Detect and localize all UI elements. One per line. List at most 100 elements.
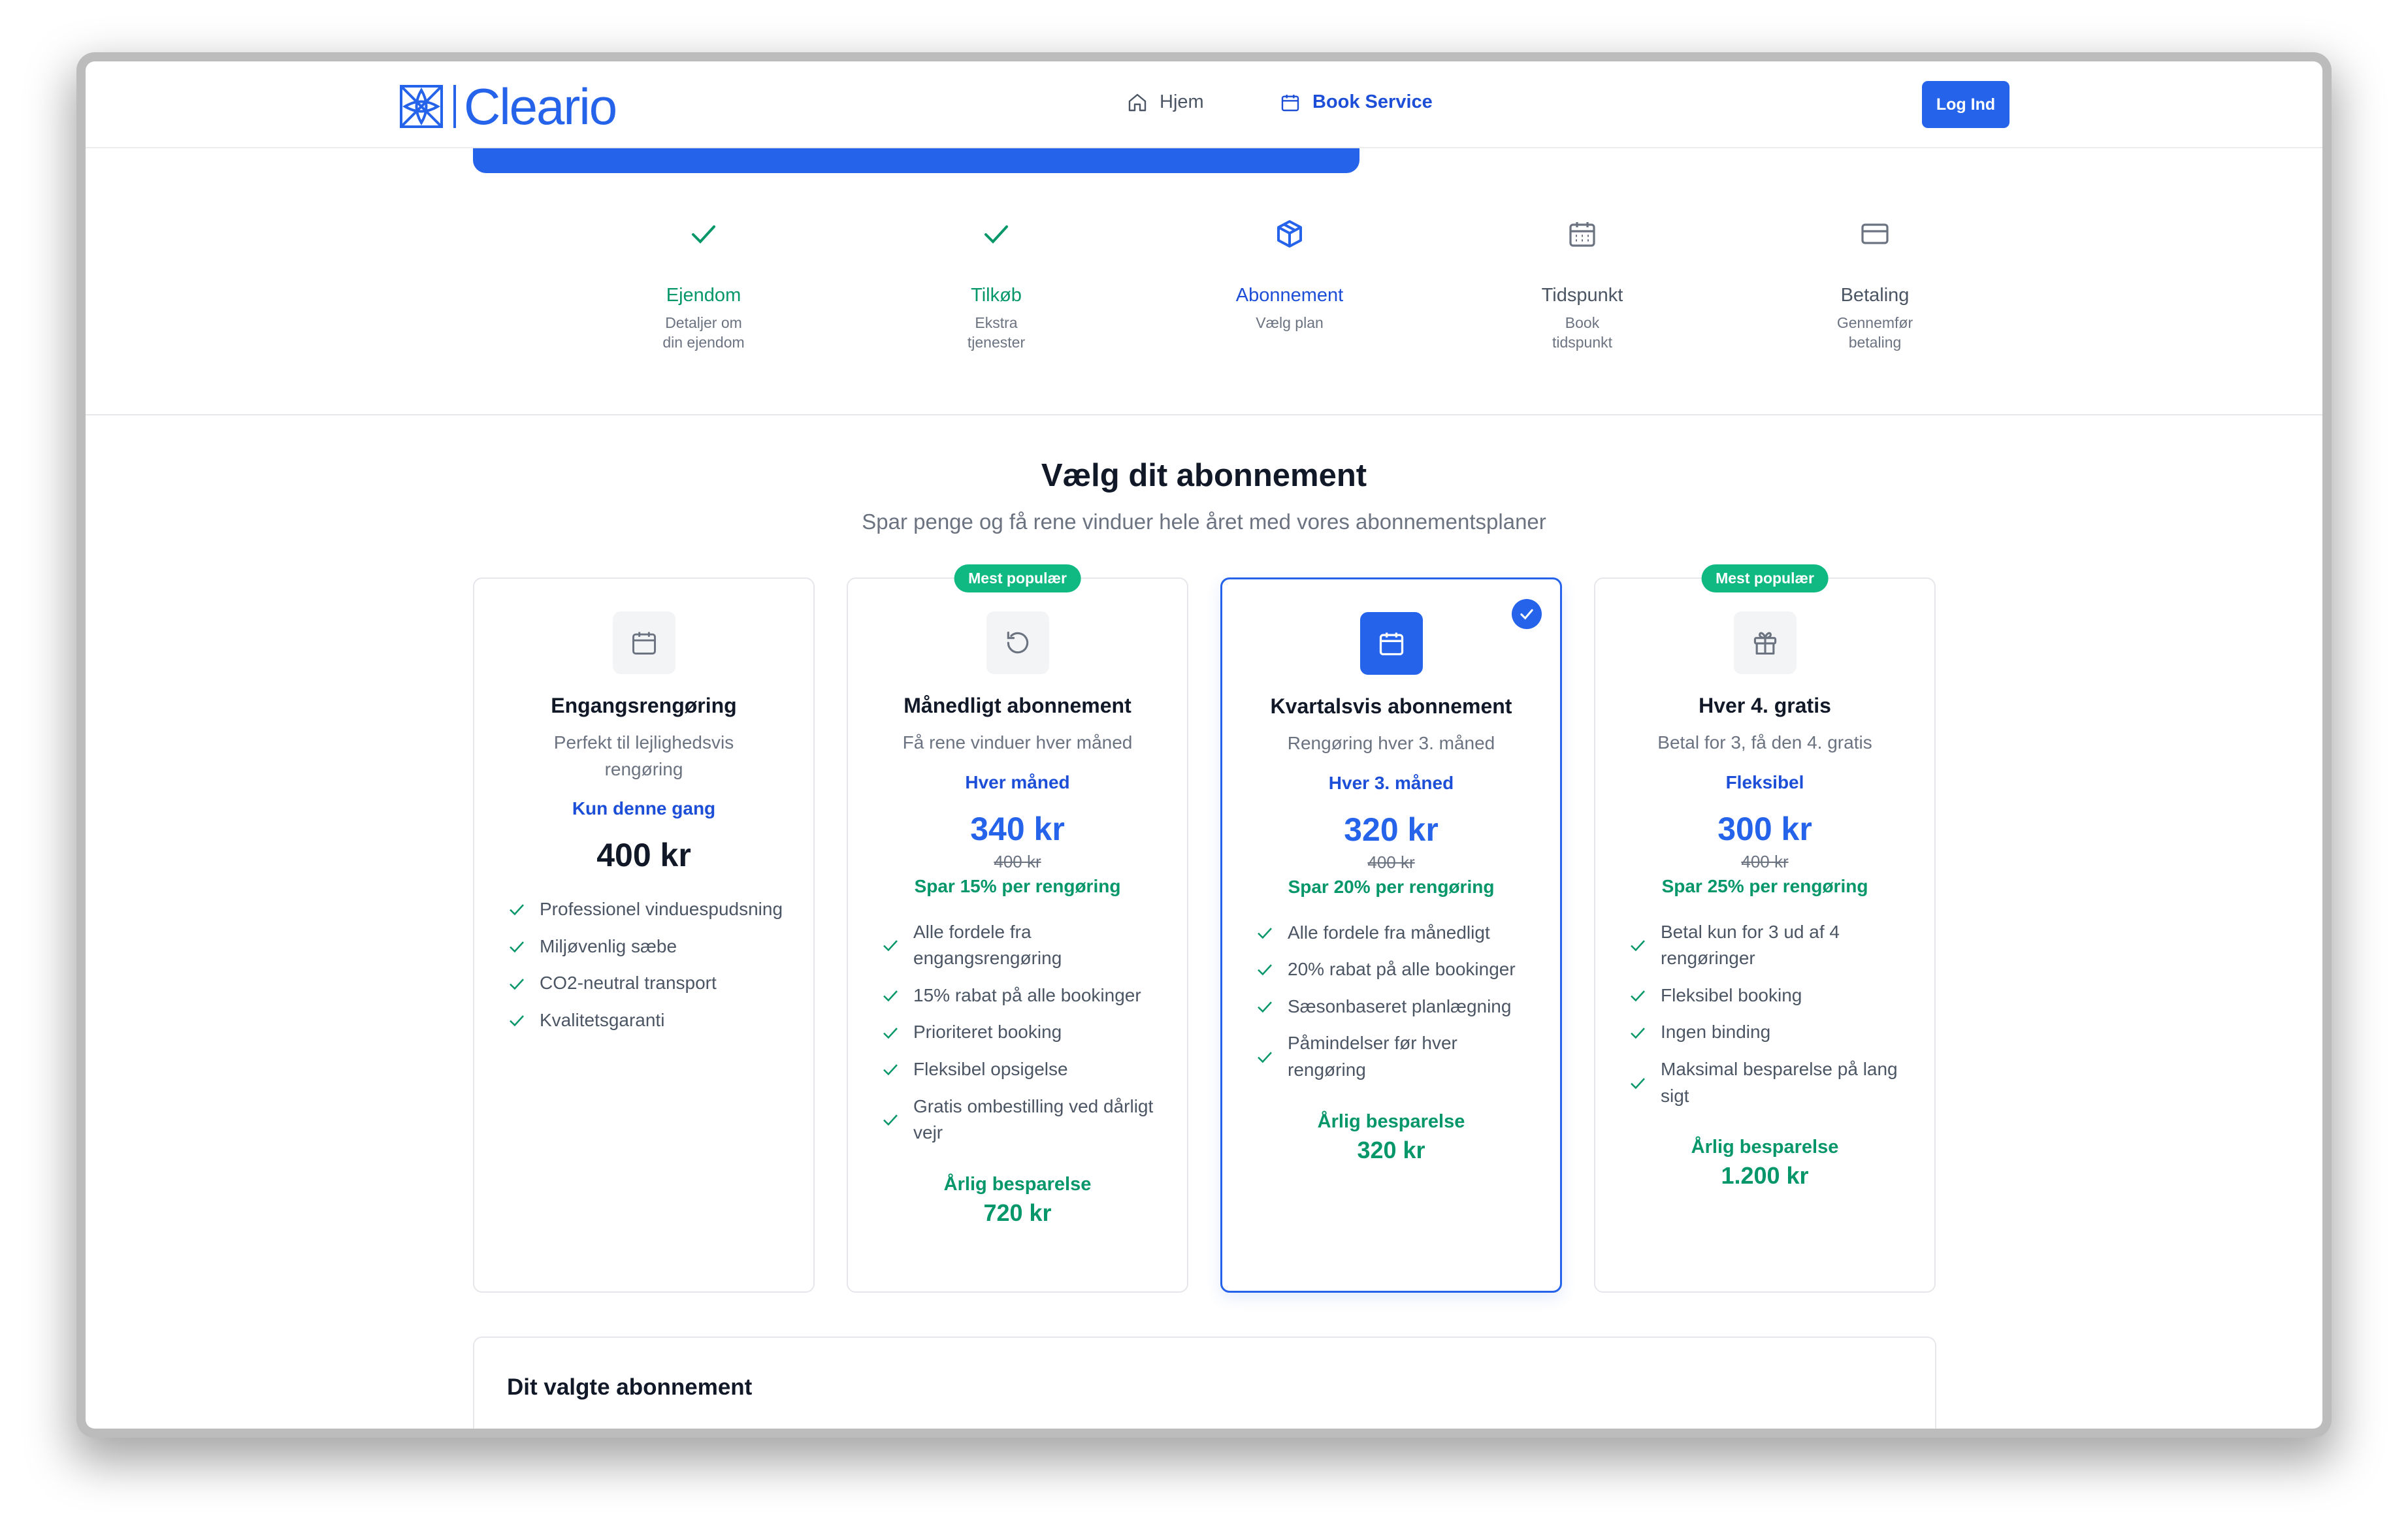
check-icon	[1258, 964, 1272, 976]
plan-description: Betal for 3, få den 4. gratis	[1657, 732, 1872, 753]
page-subtitle: Spar penge og få rene vinduer hele året …	[862, 510, 1546, 534]
check-icon	[1258, 1052, 1272, 1063]
plan-card-monthly[interactable]: Mest populær Månedligt abonnement Få ren…	[847, 564, 1188, 1293]
credit-card-icon	[1861, 223, 1889, 244]
plan-card-quarterly[interactable]: Kvartalsvis abonnement Rengøring hver 3.…	[1220, 577, 1562, 1293]
feature-item: Alle fordele fra månedligt	[1255, 920, 1536, 947]
step-abonnement[interactable]: Abonnement Vælg plan	[1198, 218, 1381, 332]
logo-icon	[400, 85, 443, 128]
plan-card-every-4th-free[interactable]: Mest populær Hver 4. gratis Betal for 3,…	[1594, 564, 1936, 1293]
nav-home-label: Hjem	[1160, 91, 1204, 112]
feature-item: Professionel vinduespudsning	[507, 896, 788, 923]
check-icon	[1631, 1027, 1645, 1039]
calendar-icon	[1281, 94, 1299, 111]
step-title: Tilkøb	[971, 285, 1022, 306]
plan-saving: Spar 25% per rengøring	[1661, 875, 1868, 896]
calendar-icon	[632, 632, 656, 655]
package-icon	[1277, 220, 1302, 248]
annual-saving-value: 320 kr	[1357, 1136, 1425, 1163]
annual-saving-value: 720 kr	[983, 1199, 1052, 1226]
feature-item: Miljøvenlig sæbe	[507, 933, 788, 960]
selected-indicator	[1512, 599, 1542, 629]
progress-fill	[473, 148, 1360, 173]
plan-description: Rengøring hver 3. måned	[1287, 733, 1495, 753]
plan-title: Hver 4. gratis	[1699, 694, 1831, 717]
feature-item: Alle fordele fra engangsrengøring	[881, 919, 1162, 972]
plan-saving: Spar 20% per rengøring	[1288, 876, 1495, 897]
feature-list: Alle fordele fra månedligt 20% rabat på …	[1255, 920, 1536, 1084]
feature-list: Alle fordele fra engangsrengøring 15% ra…	[881, 919, 1162, 1146]
divider	[86, 414, 2322, 415]
check-icon	[510, 978, 524, 990]
step-title: Tidspunkt	[1541, 285, 1623, 306]
step-betaling[interactable]: Betaling Gennemfør betaling	[1783, 218, 1966, 353]
plan-title: Månedligt abonnement	[903, 694, 1131, 717]
check-icon	[510, 941, 524, 953]
plan-description: Perfekt til lejlighedsvis rengøring	[553, 732, 734, 779]
plan-old-price: 400 kr	[1367, 852, 1415, 872]
selected-plan-summary: Dit valgte abonnement	[473, 1336, 1936, 1429]
plan-old-price: 400 kr	[1741, 851, 1789, 871]
gift-icon	[1753, 632, 1776, 655]
check-icon	[883, 940, 898, 952]
check-icon	[510, 904, 524, 916]
step-desc: Vælg plan	[1256, 314, 1324, 331]
plan-icon	[986, 611, 1049, 674]
progress-bar	[473, 148, 2057, 174]
plan-frequency: Kun denne gang	[572, 798, 716, 819]
plan-price: 320 kr	[1344, 811, 1439, 848]
plan-frequency: Hver måned	[965, 771, 1070, 792]
feature-item: Sæsonbaseret planlægning	[1255, 994, 1536, 1020]
step-desc: Ekstra tjenester	[967, 314, 1026, 351]
annual-saving-label: Årlig besparelse	[1317, 1110, 1465, 1132]
feature-item: CO2-neutral transport	[507, 970, 788, 997]
calendar-icon	[1379, 632, 1403, 656]
feature-item: Fleksibel booking	[1628, 982, 1909, 1009]
plan-price: 400 kr	[596, 837, 691, 874]
plan-title: Kvartalsvis abonnement	[1270, 694, 1512, 718]
check-icon	[1520, 609, 1533, 620]
check-icon	[883, 990, 898, 1002]
plan-card-engang[interactable]: Engangsrengøring Perfekt til lejlighedsv…	[473, 577, 815, 1293]
annual-saving-value: 1.200 kr	[1721, 1162, 1809, 1190]
feature-item: Prioriteret booking	[881, 1019, 1162, 1046]
check-icon	[883, 1114, 898, 1126]
plan-saving: Spar 15% per rengøring	[914, 875, 1121, 896]
nav-home-link[interactable]: Hjem	[1127, 91, 1204, 113]
feature-item: Maksimal besparelse på lang sigt	[1628, 1056, 1909, 1109]
nav-book-label: Book Service	[1312, 91, 1433, 112]
refresh-icon	[1007, 631, 1028, 654]
check-icon	[1631, 1077, 1645, 1089]
login-button[interactable]: Log Ind	[1922, 81, 2009, 128]
step-desc: Detaljer om din ejendom	[662, 314, 745, 351]
check-icon	[510, 1015, 524, 1027]
plan-frequency: Hver 3. måned	[1328, 772, 1454, 793]
plan-icon	[612, 611, 675, 674]
step-title: Ejendom	[666, 285, 741, 306]
feature-list: Betal kun for 3 ud af 4 rengøringer Flek…	[1628, 919, 1909, 1110]
nav-book-service-link[interactable]: Book Service	[1280, 91, 1433, 113]
check-icon	[883, 1027, 898, 1039]
feature-item: Fleksibel opsigelse	[881, 1056, 1162, 1083]
step-tilkob[interactable]: Tilkøb Ekstra tjenester	[905, 218, 1088, 353]
step-ejendom[interactable]: Ejendom Detaljer om din ejendom	[612, 218, 795, 353]
check-icon	[984, 225, 1008, 244]
check-icon	[1631, 940, 1645, 952]
step-desc: Gennemfør betaling	[1836, 314, 1913, 351]
feature-list: Professionel vinduespudsning Miljøvenlig…	[507, 896, 788, 1033]
feature-item: Ingen binding	[1628, 1019, 1909, 1046]
step-tidspunkt[interactable]: Tidspunkt Book tidspunkt	[1491, 218, 1674, 353]
feature-item: 20% rabat på alle bookinger	[1255, 956, 1536, 983]
popular-badge: Mest populær	[954, 564, 1081, 592]
plan-frequency: Fleksibel	[1725, 771, 1804, 792]
step-title: Betaling	[1840, 285, 1910, 306]
annual-saving-label: Årlig besparelse	[1691, 1137, 1839, 1158]
logo-text: Cleario	[464, 78, 617, 135]
plan-title: Engangsrengøring	[551, 694, 737, 717]
logo-divider	[453, 85, 456, 128]
feature-item: Gratis ombestilling ved dårligt vejr	[881, 1094, 1162, 1146]
home-icon	[1128, 93, 1147, 111]
step-desc: Book tidspunkt	[1552, 314, 1613, 351]
plan-icon	[1359, 612, 1423, 675]
logo[interactable]: Cleario	[399, 78, 617, 135]
